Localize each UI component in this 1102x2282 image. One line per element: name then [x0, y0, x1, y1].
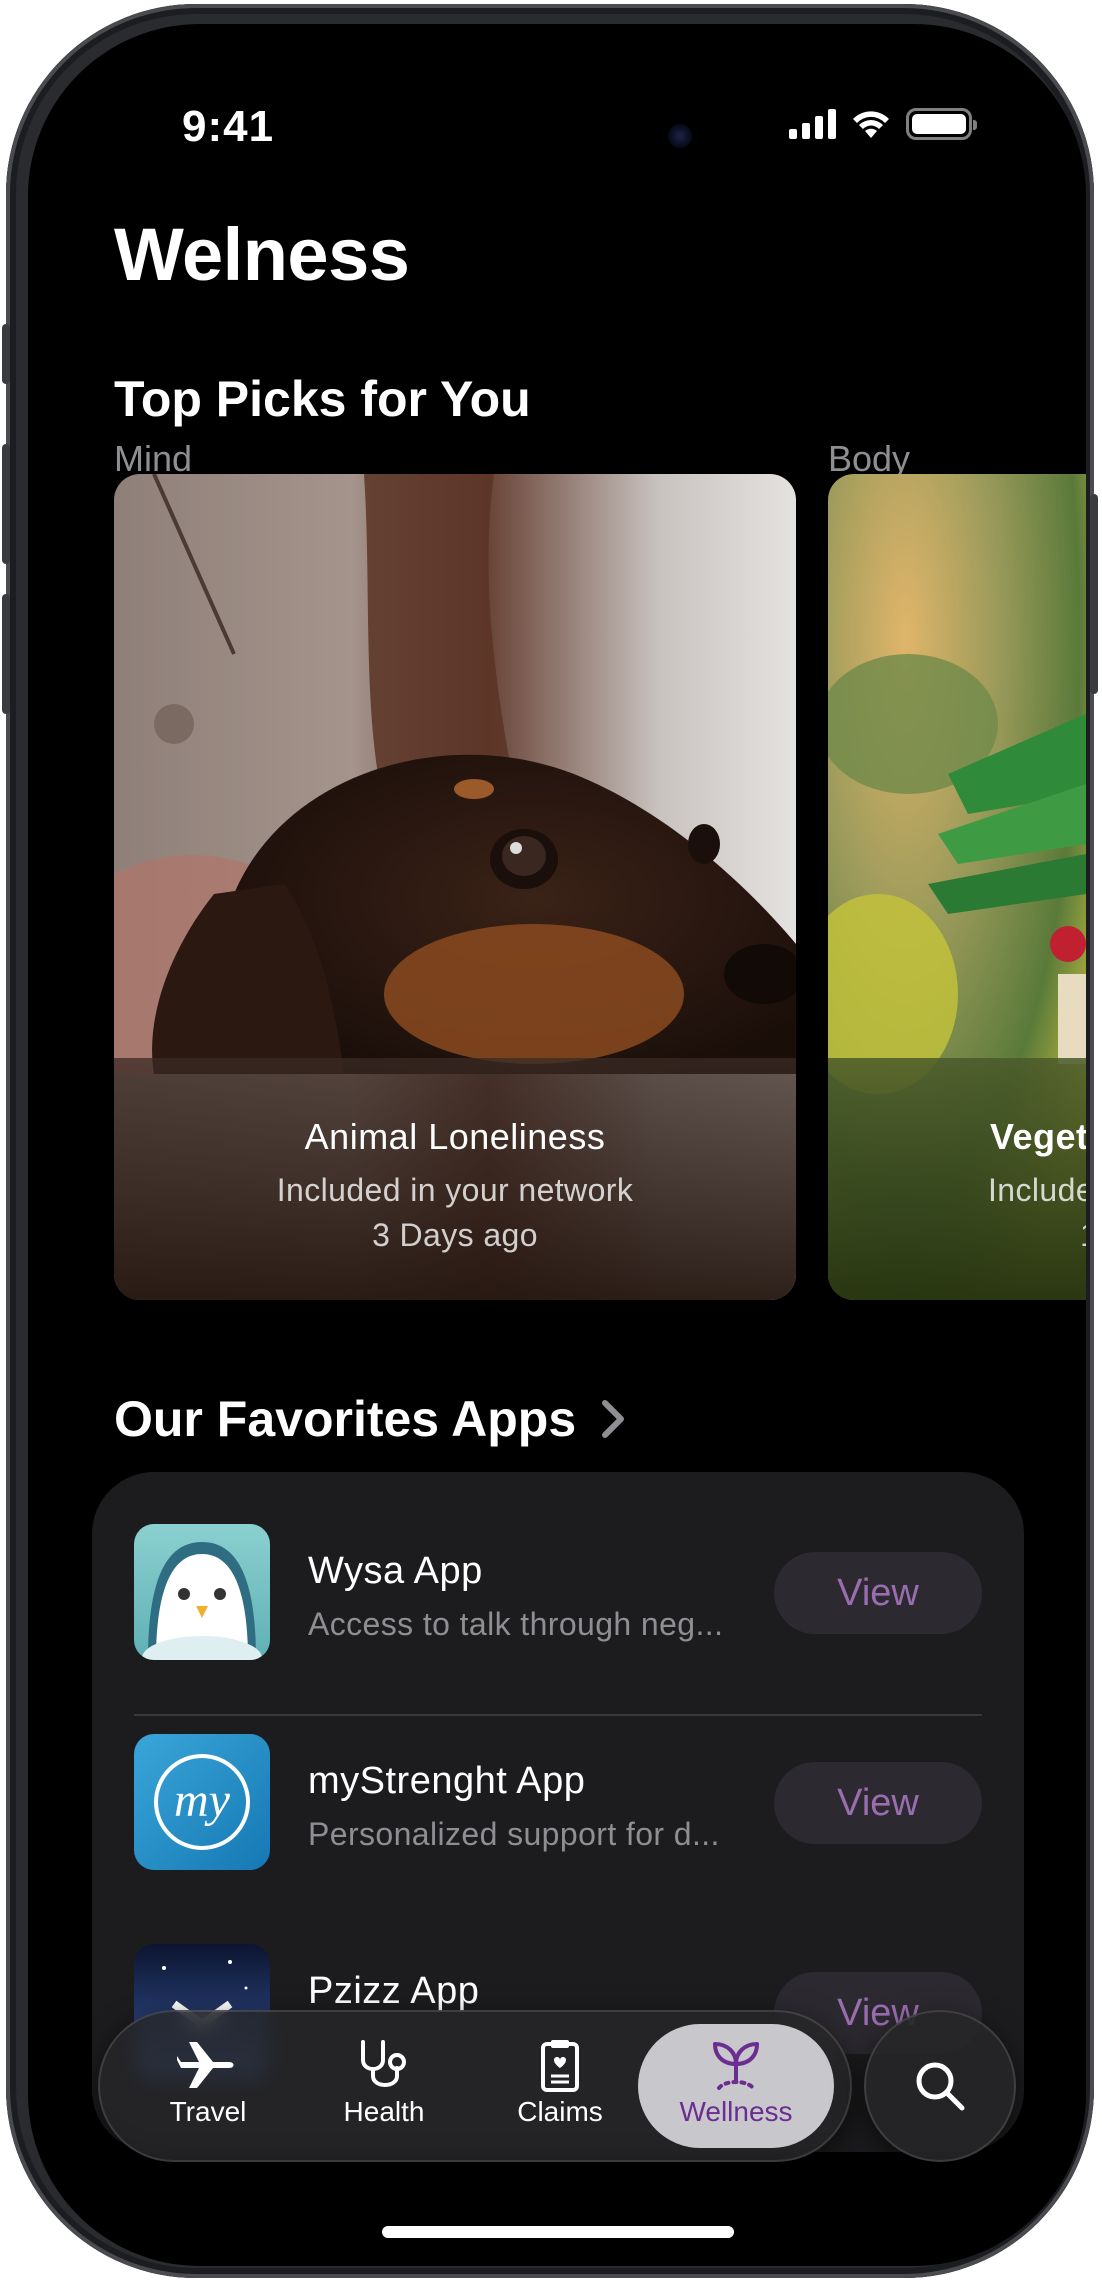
- cellular-signal-icon: [789, 109, 836, 139]
- pick-card-vegetables[interactable]: Veget Include 1: [828, 474, 1086, 1300]
- divider: [134, 1714, 982, 1716]
- app-row-wysa[interactable]: Wysa App Access to talk through neg... V…: [134, 1524, 982, 1664]
- search-icon: [916, 2062, 965, 2111]
- search-button[interactable]: [864, 2010, 1016, 2162]
- page-title: Welness: [114, 213, 410, 296]
- pick-card-title: Veget: [990, 1116, 1086, 1157]
- tab-health[interactable]: Health: [286, 2024, 482, 2148]
- pick-card-time: 3 Days ago: [372, 1217, 538, 1253]
- clipboard-icon: [541, 2040, 579, 2092]
- view-button-wysa[interactable]: View: [774, 1552, 982, 1634]
- app-name: Wysa App: [308, 1550, 483, 1592]
- favorites-title: Our Favorites Apps: [114, 1391, 577, 1447]
- status-icons: [789, 108, 977, 140]
- tab-label: Wellness: [679, 2096, 793, 2127]
- volume-up-button: [2, 444, 10, 564]
- pick-card-subtitle: Included in your network: [276, 1172, 634, 1208]
- tab-claims[interactable]: Claims: [462, 2024, 658, 2148]
- battery-icon: [906, 108, 977, 140]
- home-indicator[interactable]: [382, 2226, 734, 2238]
- front-camera: [668, 124, 692, 148]
- wysa-app-icon: [134, 1524, 270, 1660]
- stethoscope-icon: [361, 2040, 406, 2087]
- screen: 9:41 Welness Top Picks for You Mind Body: [28, 24, 1086, 2266]
- mute-switch: [2, 324, 10, 384]
- tab-bar: Travel Health Claims Wellness: [98, 2010, 852, 2162]
- app-name: Pzizz App: [308, 1970, 480, 2012]
- top-picks-title: Top Picks for You: [114, 371, 531, 427]
- pick-card-time: 1: [828, 1217, 1086, 1254]
- power-button: [1090, 494, 1098, 694]
- sprout-icon: [713, 2042, 759, 2090]
- tab-label: Travel: [169, 2096, 247, 2127]
- status-time: 9:41: [182, 102, 275, 151]
- volume-down-button: [2, 594, 10, 714]
- tab-label: Health: [343, 2096, 425, 2127]
- mystrenght-app-icon: my: [134, 1734, 270, 1870]
- pick-card-info: Animal Loneliness Included in your netwo…: [114, 1058, 796, 1300]
- tab-wellness[interactable]: Wellness: [638, 2024, 834, 2148]
- view-button-mystrenght[interactable]: View: [774, 1762, 982, 1844]
- app-row-mystrenght[interactable]: my myStrenght App Personalized support f…: [134, 1734, 982, 1874]
- app-description: Access to talk through neg...: [308, 1606, 724, 1642]
- pick-card-title: Animal Loneliness: [304, 1116, 606, 1157]
- app-description: Personalized support for d...: [308, 1816, 720, 1852]
- airplane-icon: [177, 2042, 234, 2088]
- pick-card-subtitle: Include: [988, 1172, 1086, 1208]
- tab-travel[interactable]: Travel: [110, 2024, 306, 2148]
- wifi-icon: [853, 111, 889, 138]
- app-name: myStrenght App: [308, 1760, 586, 1802]
- pick-card-animal-loneliness[interactable]: Animal Loneliness Included in your netwo…: [114, 474, 796, 1300]
- favorites-header[interactable]: Our Favorites Apps: [114, 1390, 626, 1448]
- pick-card-info: Veget Include 1: [828, 1058, 1086, 1300]
- tab-label: Claims: [517, 2096, 603, 2127]
- chevron-right-icon: [602, 1400, 625, 1438]
- svg-text:my: my: [174, 1774, 231, 1827]
- phone-frame: 9:41 Welness Top Picks for You Mind Body: [2, 4, 1098, 2278]
